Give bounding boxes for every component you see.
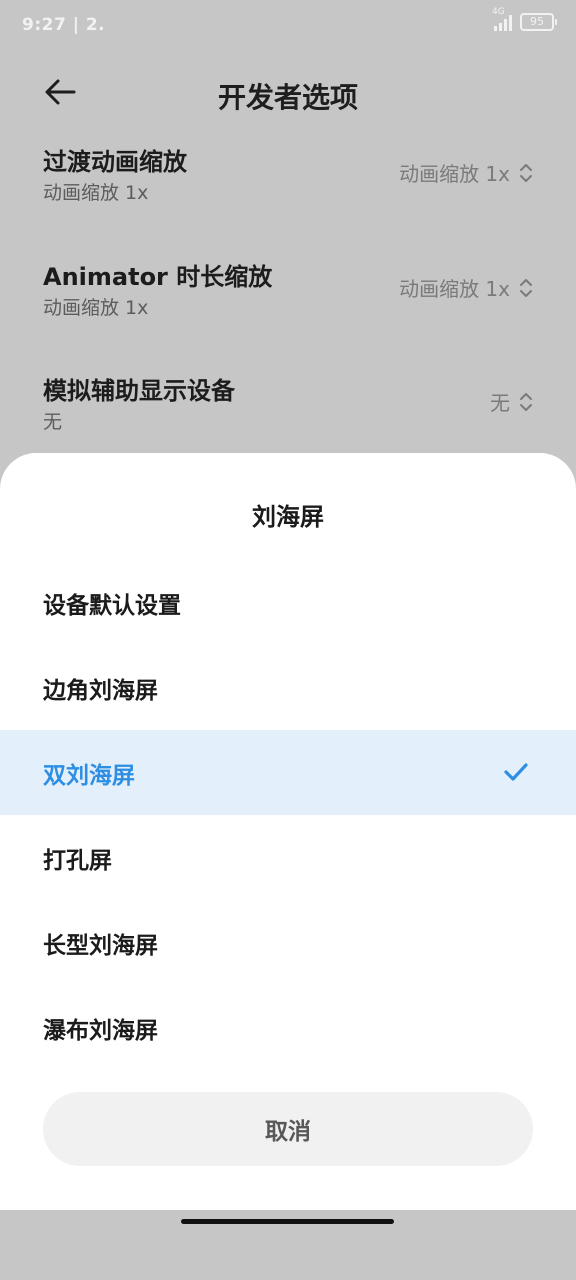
setting-subtitle: 无 <box>43 411 63 433</box>
option-double-notch[interactable]: 双刘海屏 <box>0 730 576 815</box>
status-bar: 9:27 | 2. 4G 95 <box>0 0 576 52</box>
setting-subtitle: 动画缩放 1x <box>43 182 149 204</box>
status-time: 9:27 | 2. <box>22 15 106 35</box>
option-label: 设备默认设置 <box>43 593 181 619</box>
top-bar: 开发者选项 <box>0 62 576 124</box>
setting-value[interactable]: 动画缩放 1x <box>399 273 534 302</box>
option-label: 瀑布刘海屏 <box>43 1018 158 1044</box>
check-icon <box>504 763 528 781</box>
page-title: 开发者选项 <box>217 81 358 114</box>
cancel-button[interactable]: 取消 <box>43 1092 533 1166</box>
option-label: 双刘海屏 <box>43 763 135 789</box>
setting-title: Animator 时长缩放 <box>43 263 273 291</box>
signal-icon: 4G <box>492 7 512 31</box>
chevron-updown-icon <box>520 163 532 182</box>
setting-subtitle: 动画缩放 1x <box>43 297 149 319</box>
sheet-title: 刘海屏 <box>252 503 324 531</box>
option-label: 边角刘海屏 <box>43 678 158 704</box>
setting-value[interactable]: 无 <box>490 387 534 416</box>
setting-title: 模拟辅助显示设备 <box>43 377 235 405</box>
navigation-bar <box>0 1210 576 1280</box>
battery-icon: 95 <box>520 13 557 31</box>
chevron-updown-icon <box>520 392 532 411</box>
home-indicator[interactable] <box>181 1219 394 1224</box>
option-label: 长型刘海屏 <box>43 933 158 959</box>
setting-title: 过渡动画缩放 <box>43 148 187 176</box>
option-waterfall-notch[interactable]: 瀑布刘海屏 <box>0 985 576 1070</box>
network-type: 4G <box>492 7 505 17</box>
option-device-default[interactable]: 设备默认设置 <box>0 560 576 645</box>
chevron-updown-icon <box>520 278 532 297</box>
setting-value[interactable]: 动画缩放 1x <box>399 158 534 187</box>
setting-animator-duration-scale[interactable]: Animator 时长缩放 动画缩放 1x 动画缩放 1x <box>0 257 576 357</box>
status-icons: 4G 95 <box>492 7 557 31</box>
option-tall-notch[interactable]: 长型刘海屏 <box>0 900 576 985</box>
option-punch-hole[interactable]: 打孔屏 <box>0 815 576 900</box>
setting-value-text: 动画缩放 1x <box>399 277 510 301</box>
setting-value-text: 无 <box>490 391 510 415</box>
setting-value-text: 动画缩放 1x <box>399 162 510 186</box>
option-label: 打孔屏 <box>43 848 112 874</box>
notch-bottom-sheet: 刘海屏 设备默认设置 边角刘海屏 双刘海屏 打孔屏 长型刘海屏 瀑布刘海屏 取消 <box>0 453 576 1210</box>
option-corner-notch[interactable]: 边角刘海屏 <box>0 645 576 730</box>
setting-transition-animation-scale[interactable]: 过渡动画缩放 动画缩放 1x 动画缩放 1x <box>0 142 576 242</box>
